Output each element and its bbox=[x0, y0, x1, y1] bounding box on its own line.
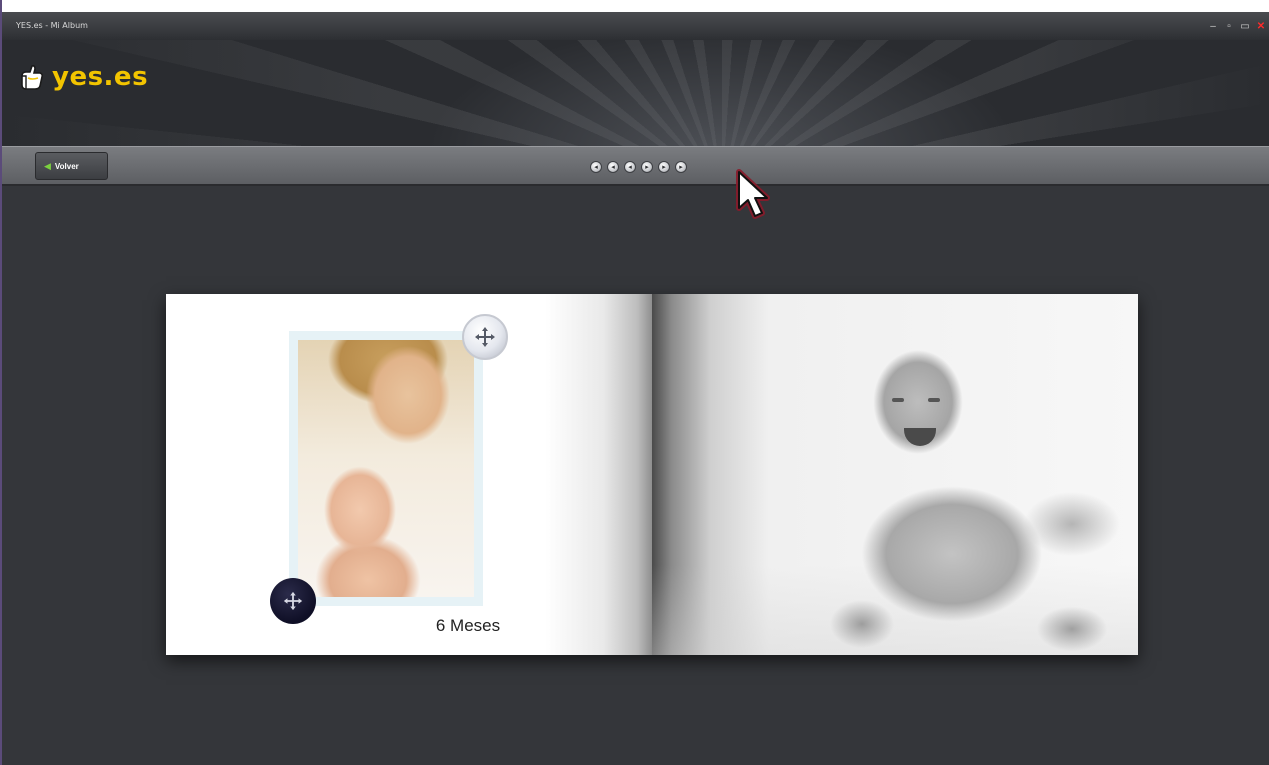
photo-frame[interactable] bbox=[289, 331, 483, 606]
maximize-button[interactable]: ▫ bbox=[1223, 21, 1235, 33]
photo-baby-bw[interactable] bbox=[652, 294, 1138, 655]
window-title: YES.es - Mi Album bbox=[16, 21, 88, 30]
photo-mother-baby[interactable] bbox=[298, 340, 474, 597]
restore-button[interactable]: ▭ bbox=[1239, 21, 1251, 33]
move-arrows-icon bbox=[475, 327, 495, 347]
close-button[interactable]: ✕ bbox=[1255, 21, 1267, 33]
move-icon[interactable] bbox=[462, 314, 508, 360]
photo-detail bbox=[928, 398, 940, 402]
album-page-right bbox=[652, 294, 1138, 655]
arrow-left-icon: ◀ bbox=[44, 160, 51, 171]
album-page-left: 6 Meses bbox=[166, 294, 652, 655]
minimize-button[interactable]: ‒ bbox=[1207, 21, 1219, 33]
back-button[interactable]: ◀ Volver bbox=[35, 152, 108, 180]
page-nav-button-3[interactable]: ◂ bbox=[624, 161, 636, 173]
page-nav-button-2[interactable]: ◂ bbox=[607, 161, 619, 173]
back-button-label: Volver bbox=[54, 161, 79, 171]
page-nav-button-4[interactable]: ▸ bbox=[641, 161, 653, 173]
toolbar: ◀ Volver ◂ ◂ ◂ ▸ ▸ ▸ bbox=[2, 146, 1269, 186]
logo-text: yes.es bbox=[52, 62, 149, 92]
move-arrows-icon bbox=[283, 591, 303, 611]
page-navigation: ◂ ◂ ◂ ▸ ▸ ▸ bbox=[590, 161, 687, 173]
logo: yes.es bbox=[16, 62, 148, 92]
photo-detail bbox=[892, 398, 904, 402]
photo-caption[interactable]: 6 Meses bbox=[398, 616, 538, 636]
app-window: YES.es - Mi Album ‒ ▫ ▭ ✕ yes.es ◀ Volve… bbox=[0, 0, 1269, 765]
title-bar: YES.es - Mi Album ‒ ▫ ▭ ✕ bbox=[2, 0, 1269, 40]
move-icon[interactable] bbox=[270, 578, 316, 624]
page-nav-button-5[interactable]: ▸ bbox=[658, 161, 670, 173]
header-rays bbox=[2, 40, 1269, 146]
mouse-cursor-icon bbox=[736, 169, 770, 219]
thumbs-up-icon bbox=[21, 65, 44, 90]
photo-album-spread: 6 Meses bbox=[166, 294, 1138, 655]
window-controls: ‒ ▫ ▭ ✕ bbox=[1207, 21, 1267, 33]
page-nav-button-1[interactable]: ◂ bbox=[590, 161, 602, 173]
app-header: yes.es bbox=[2, 40, 1269, 146]
page-nav-button-6[interactable]: ▸ bbox=[675, 161, 687, 173]
